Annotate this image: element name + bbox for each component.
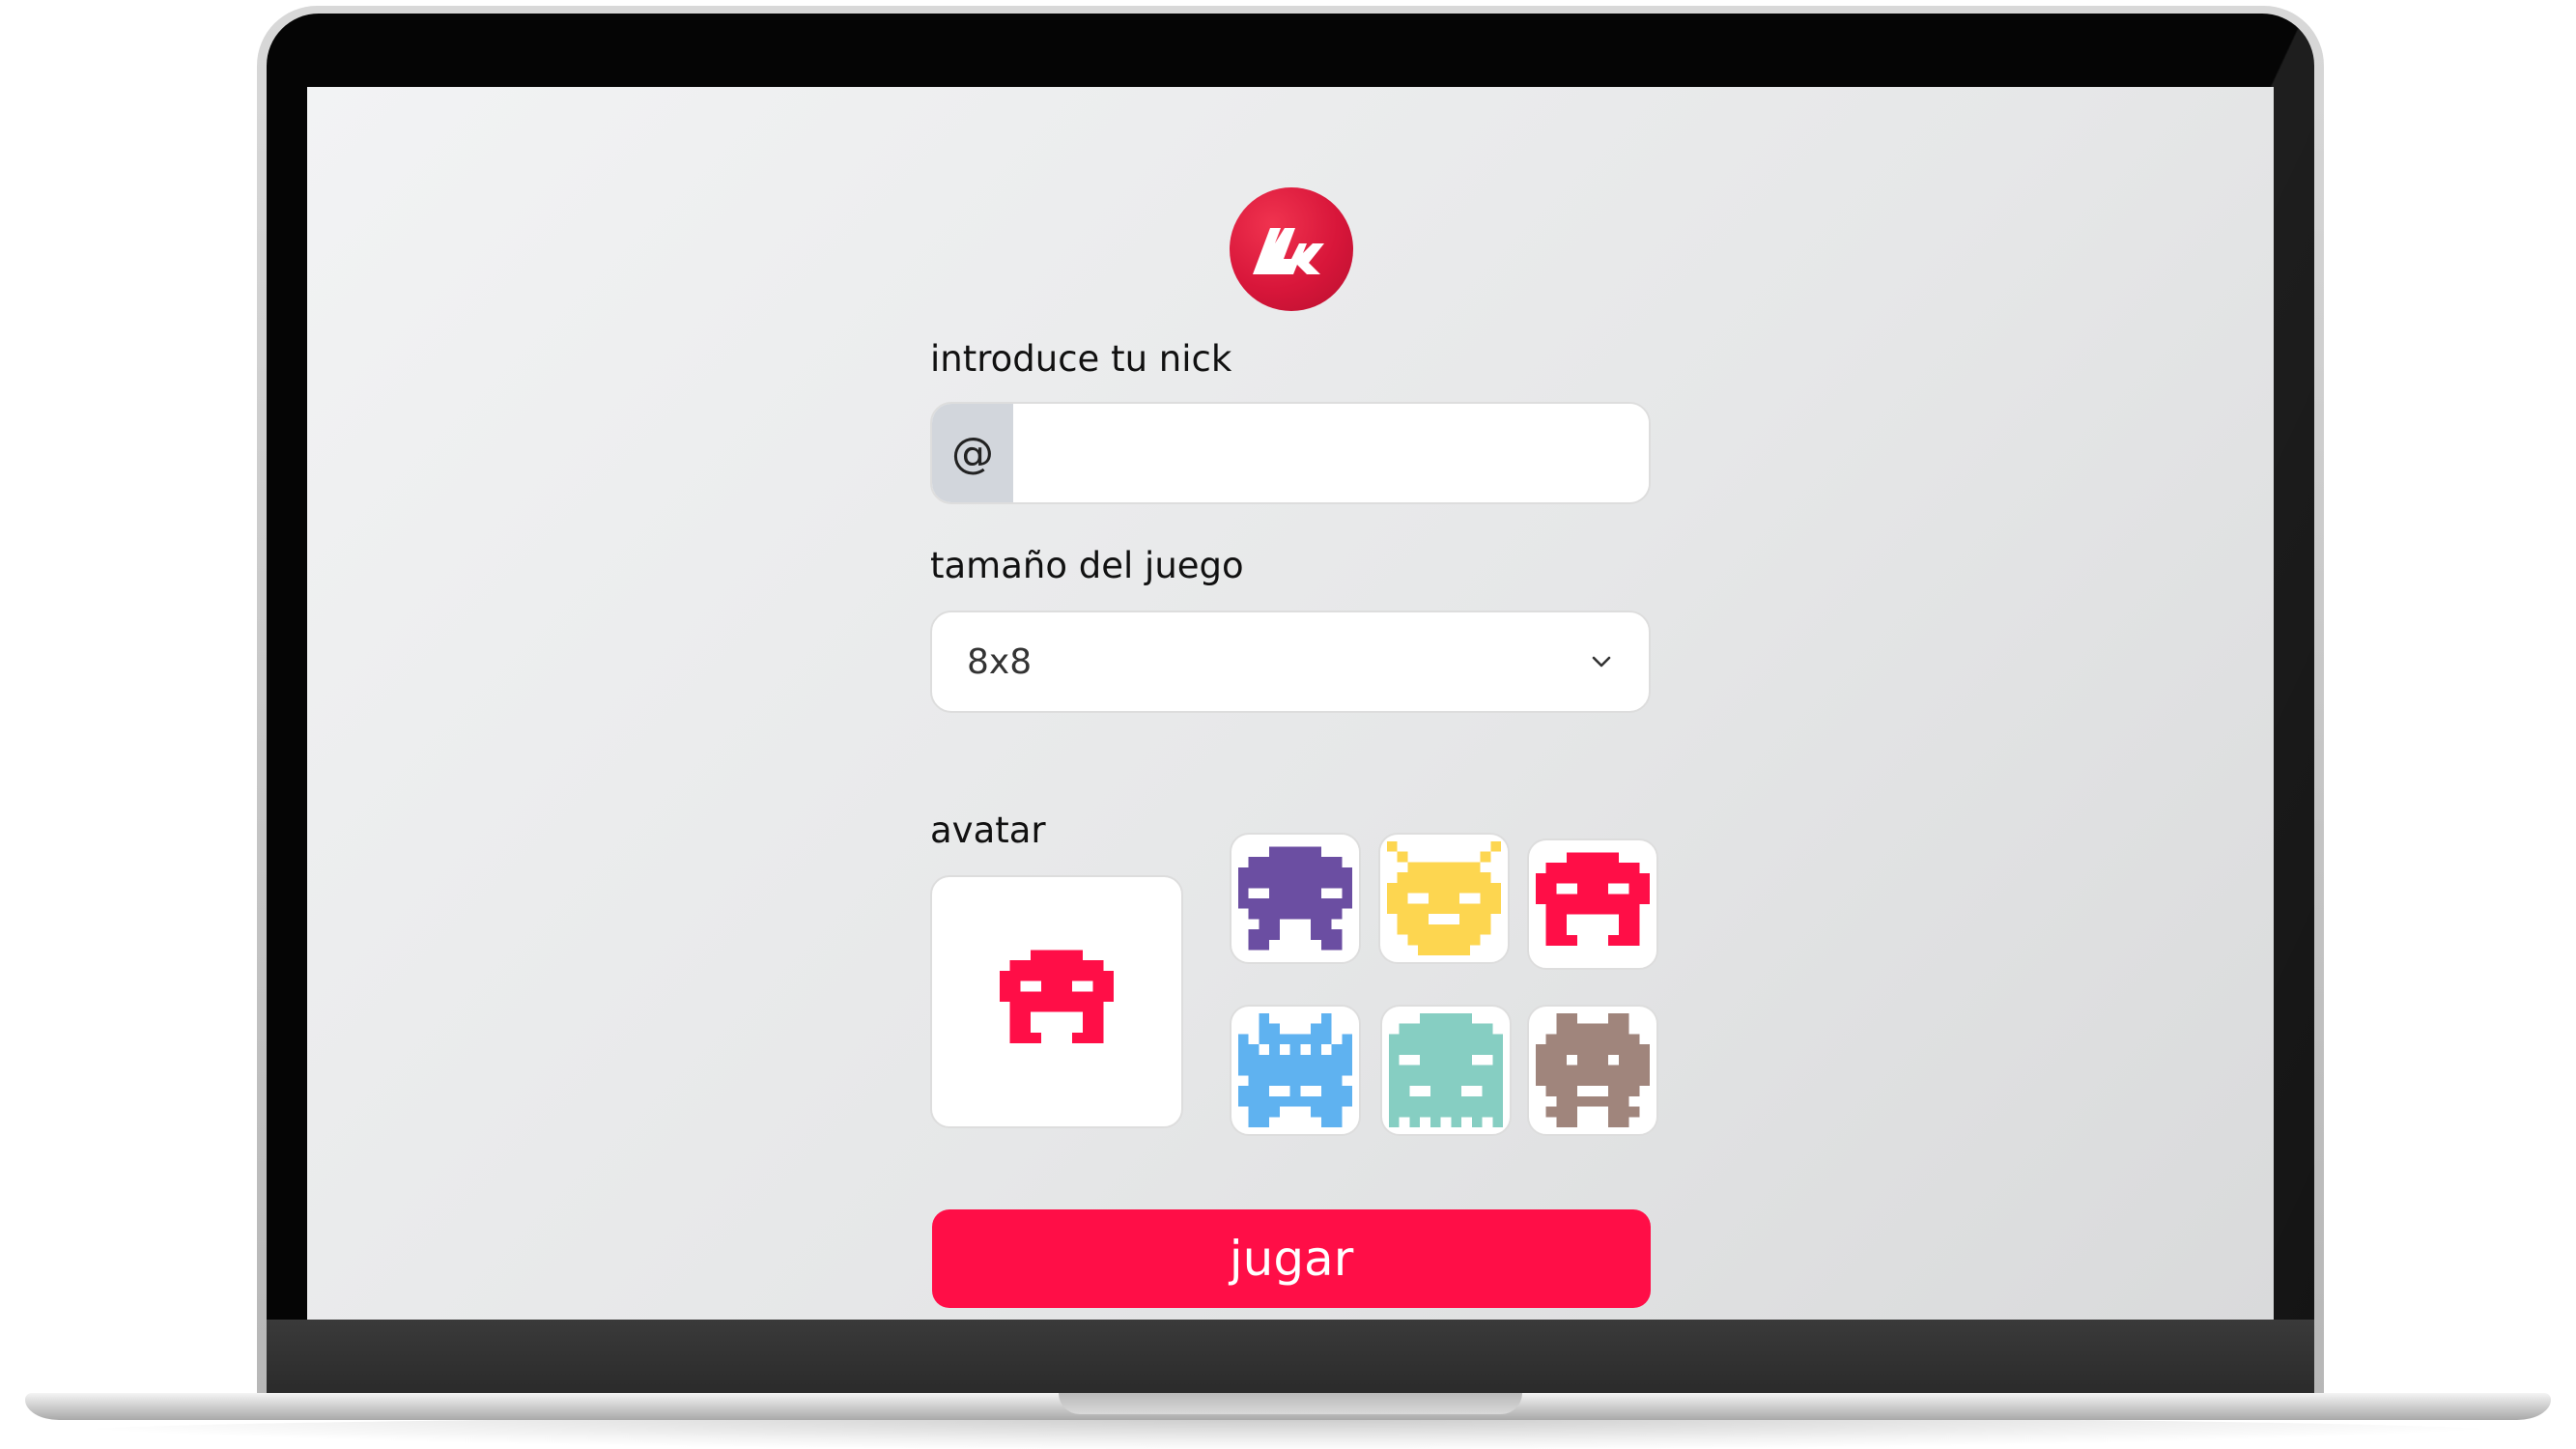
nick-label: introduce tu nick — [930, 338, 1232, 380]
avatar-option-blue-invader[interactable] — [1230, 1005, 1361, 1136]
laptop-shadow — [58, 1416, 2518, 1449]
avatar-option-purple-invader[interactable] — [1230, 833, 1361, 964]
mk-logo-icon — [1230, 187, 1353, 311]
chevron-down-icon — [1589, 649, 1614, 674]
at-sign-prefix: @ — [932, 404, 1013, 502]
avatar-option-teal-ghost[interactable] — [1380, 1005, 1512, 1136]
nick-input[interactable] — [1013, 404, 1649, 502]
selected-avatar-preview — [930, 875, 1183, 1128]
red-invader-icon — [1000, 950, 1114, 1043]
game-size-label: tamaño del juego — [930, 545, 1244, 586]
blue-invader-icon — [1238, 1013, 1352, 1127]
play-button[interactable]: jugar — [932, 1209, 1651, 1308]
laptop-chin — [267, 1320, 2314, 1397]
avatar-option-brown-invader[interactable] — [1527, 1005, 1658, 1136]
purple-invader-icon — [1238, 846, 1352, 951]
teal-ghost-icon — [1389, 1013, 1503, 1127]
game-setup-screen: introduce tu nick @ tamaño del juego 8x8… — [307, 87, 2274, 1320]
avatar-option-red-invader[interactable] — [1527, 838, 1658, 970]
brown-invader-icon — [1536, 1013, 1650, 1127]
yellow-bug-icon — [1387, 841, 1501, 955]
game-size-value: 8x8 — [967, 641, 1033, 682]
avatar-label: avatar — [930, 810, 1046, 851]
red-invader-icon — [1536, 852, 1650, 946]
game-size-select[interactable]: 8x8 — [930, 611, 1651, 713]
laptop-notch — [1059, 1393, 1522, 1414]
avatar-option-yellow-bug[interactable] — [1378, 833, 1510, 964]
nick-input-group[interactable]: @ — [930, 402, 1651, 504]
